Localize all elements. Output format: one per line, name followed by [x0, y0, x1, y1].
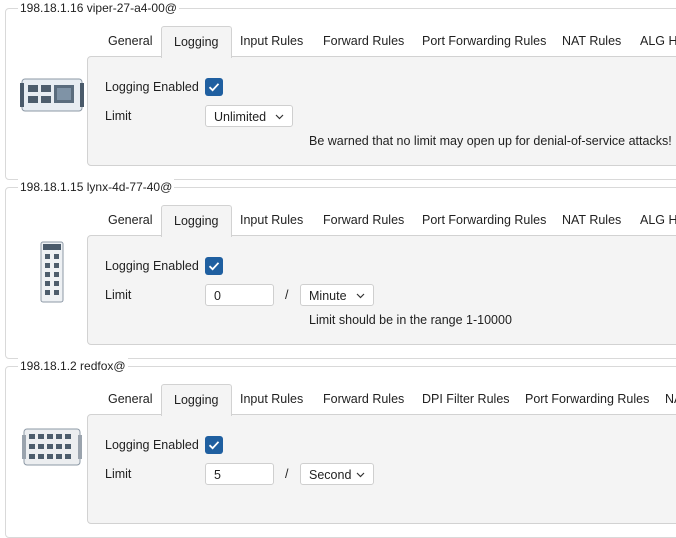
tab-input-rules[interactable]: Input Rules: [228, 26, 315, 56]
logging-enabled-label: Logging Enabled: [105, 259, 199, 273]
tab-logging[interactable]: Logging: [161, 384, 232, 416]
din-rail-switch-icon: [20, 240, 84, 304]
checkmark-icon: [208, 83, 220, 92]
range-note: Limit should be in the range 1-10000: [309, 313, 512, 327]
tab-port-forwarding-rules[interactable]: Port Forwarding Rules: [513, 384, 661, 414]
limit-unit-value: Minute: [309, 289, 347, 303]
tab-dpi-filter-rules[interactable]: DPI Filter Rules: [410, 384, 522, 414]
tab-forward-rules[interactable]: Forward Rules: [311, 205, 416, 235]
tab-port-forwarding-rules[interactable]: Port Forwarding Rules: [410, 205, 558, 235]
limit-input[interactable]: 0: [205, 284, 274, 306]
tab-input-rules[interactable]: Input Rules: [228, 205, 315, 235]
limit-unit-select[interactable]: Minute: [300, 284, 374, 306]
warning-note: Be warned that no limit may open up for …: [309, 134, 672, 148]
switch-device-icon: [20, 63, 84, 127]
limit-label: Limit: [105, 288, 132, 302]
device-title: 198.18.1.15 lynx-4d-77-40@: [18, 179, 175, 195]
limit-unit-select[interactable]: Second: [300, 463, 374, 485]
tab-forward-rules[interactable]: Forward Rules: [311, 26, 416, 56]
logging-enabled-checkbox[interactable]: [205, 78, 223, 96]
tab-nat-rules[interactable]: NAT Rules: [550, 205, 633, 235]
device-card-viper: 198.18.1.16 viper-27-a4-00@ General Logg…: [5, 0, 676, 180]
device-title: 198.18.1.2 redfox@: [18, 358, 128, 374]
tab-alg[interactable]: ALG He: [628, 26, 676, 56]
logging-enabled-label: Logging Enabled: [105, 438, 199, 452]
tab-general[interactable]: General: [96, 384, 164, 414]
limit-input[interactable]: 5: [205, 463, 274, 485]
tab-nat-rules[interactable]: NAT Rules: [550, 26, 633, 56]
logging-enabled-checkbox[interactable]: [205, 436, 223, 454]
device-title: 198.18.1.16 viper-27-a4-00@: [18, 0, 179, 16]
chevron-down-icon: [275, 106, 284, 128]
tab-logging[interactable]: Logging: [161, 205, 232, 237]
chevron-down-icon: [356, 285, 365, 307]
logging-panel: Logging Enabled Limit 0 / Minute Limit s…: [87, 235, 676, 345]
tab-alg[interactable]: ALG He: [628, 205, 676, 235]
tab-input-rules[interactable]: Input Rules: [228, 384, 315, 414]
limit-separator: /: [285, 467, 289, 481]
tab-general[interactable]: General: [96, 26, 164, 56]
limit-unit-value: Second: [309, 468, 352, 482]
limit-select[interactable]: Unlimited: [205, 105, 293, 127]
tab-forward-rules[interactable]: Forward Rules: [311, 384, 416, 414]
device-card-lynx: 198.18.1.15 lynx-4d-77-40@ General Loggi…: [5, 179, 676, 359]
limit-select-value: Unlimited: [214, 110, 267, 124]
logging-panel: Logging Enabled Limit 5 / Second: [87, 414, 676, 524]
checkmark-icon: [208, 262, 220, 271]
limit-label: Limit: [105, 467, 132, 481]
logging-panel: Logging Enabled Limit Unlimited Be warne…: [87, 56, 676, 166]
logging-enabled-label: Logging Enabled: [105, 80, 199, 94]
rugged-router-icon: [20, 415, 84, 479]
tab-nat[interactable]: NA: [653, 384, 676, 414]
chevron-down-icon: [356, 464, 365, 486]
checkmark-icon: [208, 441, 220, 450]
logging-enabled-checkbox[interactable]: [205, 257, 223, 275]
tab-port-forwarding-rules[interactable]: Port Forwarding Rules: [410, 26, 558, 56]
limit-separator: /: [285, 288, 289, 302]
tab-logging[interactable]: Logging: [161, 26, 232, 58]
tab-general[interactable]: General: [96, 205, 164, 235]
device-card-redfox: 198.18.1.2 redfox@ General Logging Input: [5, 358, 676, 538]
limit-label: Limit: [105, 109, 132, 123]
